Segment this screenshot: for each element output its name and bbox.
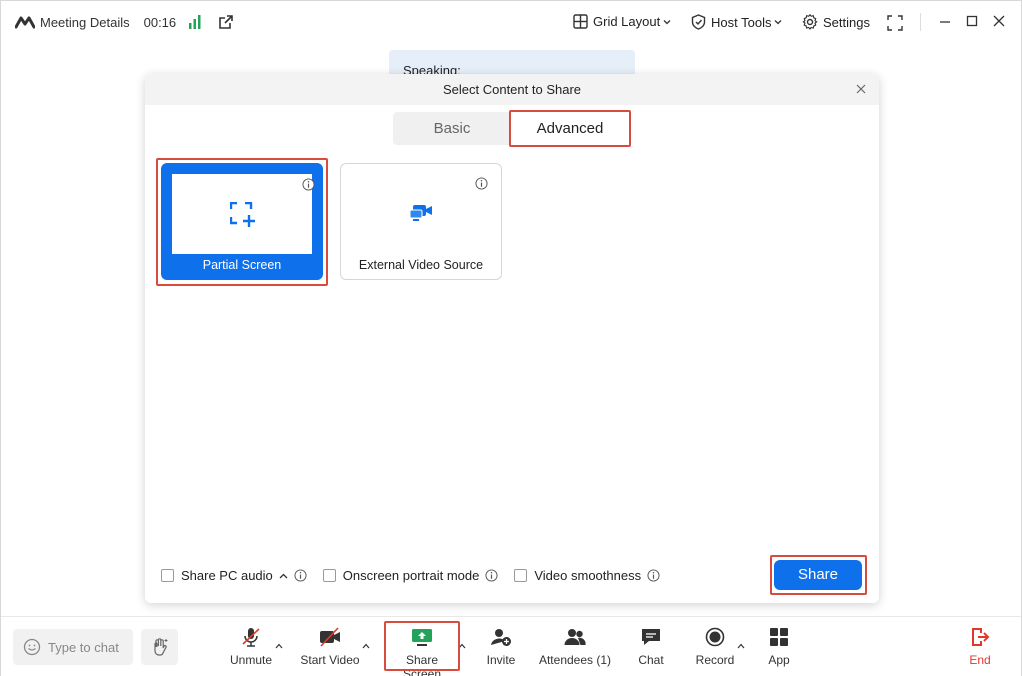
chat-label: Chat bbox=[638, 653, 664, 667]
info-icon[interactable] bbox=[647, 569, 660, 582]
dialog-title: Select Content to Share bbox=[442, 82, 582, 97]
app-label: App bbox=[768, 653, 790, 667]
share-screen-icon bbox=[412, 629, 432, 646]
add-person-icon bbox=[491, 629, 511, 646]
chevron-up-icon[interactable] bbox=[458, 643, 466, 649]
share-tabs: Basic Advanced bbox=[393, 110, 631, 147]
start-video-button[interactable]: Start Video bbox=[298, 627, 362, 667]
partial-screen-icon bbox=[230, 202, 255, 227]
info-icon[interactable] bbox=[294, 569, 307, 582]
chat-input[interactable]: Type to chat bbox=[13, 629, 133, 665]
signal-strength-icon[interactable] bbox=[188, 15, 202, 29]
settings-button[interactable]: Settings bbox=[802, 14, 870, 30]
chevron-up-icon[interactable] bbox=[362, 643, 370, 649]
partial-screen-card[interactable]: Partial Screen bbox=[161, 163, 323, 280]
chat-button[interactable]: Chat bbox=[635, 627, 667, 667]
unmute-label: Unmute bbox=[229, 653, 273, 667]
maximize-icon[interactable] bbox=[964, 13, 980, 29]
chat-icon bbox=[642, 629, 660, 645]
divider bbox=[920, 13, 921, 31]
app-window: Meeting Details 00:16 Grid Layout Host T… bbox=[0, 0, 1022, 676]
tab-advanced[interactable]: Advanced bbox=[509, 110, 631, 147]
minimize-icon[interactable] bbox=[937, 13, 953, 29]
gear-icon bbox=[802, 14, 818, 30]
share-pc-audio-label: Share PC audio bbox=[181, 568, 273, 583]
grid-layout-icon bbox=[573, 14, 588, 29]
chevron-up-icon[interactable] bbox=[737, 643, 745, 649]
external-video-source-card[interactable]: External Video Source bbox=[340, 163, 502, 280]
external-video-icon bbox=[409, 205, 432, 221]
meeting-toolbar: Type to chat Unmute Start Video Share Sc… bbox=[1, 616, 1021, 676]
popout-icon[interactable] bbox=[218, 14, 234, 30]
end-meeting-button[interactable]: End bbox=[963, 627, 997, 667]
chevron-up-icon[interactable] bbox=[275, 643, 283, 649]
grid-layout-button[interactable]: Grid Layout bbox=[573, 14, 676, 29]
share-screen-button[interactable]: Share Screen bbox=[386, 627, 458, 676]
raise-hand-icon bbox=[153, 638, 167, 656]
attendees-button[interactable]: Attendees (1) bbox=[537, 627, 613, 667]
shield-icon bbox=[691, 14, 706, 30]
apps-icon bbox=[770, 628, 788, 646]
video-smoothness-label: Video smoothness bbox=[534, 568, 642, 583]
chat-placeholder: Type to chat bbox=[48, 639, 119, 655]
share-screen-label: Share Screen bbox=[402, 653, 442, 676]
close-icon[interactable] bbox=[855, 83, 867, 95]
video-smoothness-checkbox[interactable] bbox=[514, 569, 528, 582]
tab-basic[interactable]: Basic bbox=[393, 112, 511, 145]
meeting-timer: 00:16 bbox=[143, 14, 177, 30]
share-pc-audio-option[interactable]: Share PC audio bbox=[161, 568, 307, 583]
external-video-source-label: External Video Source bbox=[358, 258, 484, 272]
partial-screen-preview bbox=[172, 174, 312, 254]
video-smoothness-option[interactable]: Video smoothness bbox=[514, 568, 660, 583]
app-button[interactable]: App bbox=[763, 627, 795, 667]
host-tools-button[interactable]: Host Tools bbox=[691, 14, 787, 30]
share-pc-audio-checkbox[interactable] bbox=[161, 569, 174, 582]
emoji-icon[interactable] bbox=[23, 638, 41, 656]
start-video-label: Start Video bbox=[300, 653, 360, 667]
meeting-details-link[interactable]: Meeting Details bbox=[40, 15, 130, 30]
record-label: Record bbox=[695, 653, 735, 667]
share-button[interactable]: Share bbox=[774, 560, 862, 590]
chevron-up-icon[interactable] bbox=[279, 573, 288, 579]
chevron-down-icon bbox=[775, 20, 782, 25]
chevron-down-icon bbox=[663, 19, 671, 24]
record-button[interactable]: Record bbox=[693, 627, 737, 667]
raise-hand-button[interactable] bbox=[141, 629, 178, 665]
share-options: Share PC audio Onscreen portrait mode Vi… bbox=[161, 568, 676, 583]
grid-layout-label: Grid Layout bbox=[593, 14, 661, 29]
invite-button[interactable]: Invite bbox=[482, 627, 520, 667]
onscreen-portrait-label: Onscreen portrait mode bbox=[342, 568, 480, 583]
close-window-icon[interactable] bbox=[991, 13, 1007, 29]
dialog-header: Select Content to Share bbox=[145, 74, 879, 105]
unmute-button[interactable]: Unmute bbox=[227, 627, 275, 667]
top-bar: Meeting Details 00:16 Grid Layout Host T… bbox=[1, 1, 1021, 45]
onscreen-portrait-checkbox[interactable] bbox=[322, 569, 336, 582]
video-off-icon bbox=[320, 627, 340, 647]
microphone-muted-icon bbox=[242, 628, 260, 647]
info-icon[interactable] bbox=[485, 569, 498, 582]
onscreen-portrait-option[interactable]: Onscreen portrait mode bbox=[322, 568, 499, 583]
end-label: End bbox=[969, 653, 991, 667]
attendees-label: Attendees (1) bbox=[538, 653, 612, 667]
app-logo-icon bbox=[15, 16, 35, 29]
fullscreen-icon[interactable] bbox=[887, 15, 903, 31]
settings-label: Settings bbox=[823, 14, 870, 30]
record-icon bbox=[705, 627, 725, 647]
share-dialog: Select Content to Share Basic Advanced P… bbox=[145, 74, 879, 603]
invite-label: Invite bbox=[486, 653, 516, 667]
host-tools-label: Host Tools bbox=[711, 14, 772, 30]
info-icon[interactable] bbox=[475, 177, 488, 190]
attendees-icon bbox=[564, 629, 586, 645]
info-icon[interactable] bbox=[302, 178, 315, 191]
meeting-info: Meeting Details 00:16 bbox=[15, 14, 234, 30]
exit-icon bbox=[972, 628, 990, 646]
partial-screen-label: Partial Screen bbox=[202, 258, 282, 272]
